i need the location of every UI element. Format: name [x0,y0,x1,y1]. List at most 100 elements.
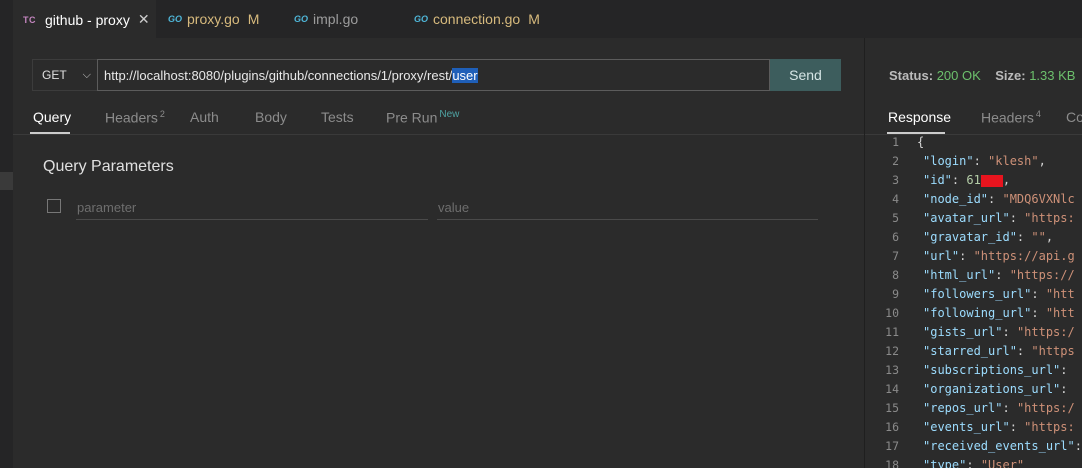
line-number: 1 [892,135,899,149]
line-content: { [917,135,925,149]
new-badge: New [439,109,460,120]
tab-impl-go[interactable]: GO impl.go [294,0,358,38]
go-file-icon: GO [414,14,429,24]
line-number: 2 [892,154,899,168]
modified-indicator: M [528,11,540,27]
go-file-icon: GO [168,14,183,24]
method-value: GET [42,68,67,82]
go-file-icon: GO [294,14,309,24]
tab-tests[interactable]: Tests [321,109,354,125]
code-line: 16 "events_url": "https: [865,420,1082,439]
code-line: 14 "organizations_url": [865,382,1082,401]
param-placeholder: parameter [77,200,137,215]
gutter-marker [0,172,13,190]
code-line: 3 "id": 61, [865,173,1082,192]
line-content: "avatar_url": "https: [923,211,1075,225]
code-line: 12 "starred_url": "https [865,344,1082,363]
thunder-client-icon: TC [23,14,36,25]
code-line: 5 "avatar_url": "https: [865,211,1082,230]
tabs-divider [13,134,864,135]
tab-proxy-go[interactable]: GO proxy.go M [168,0,259,38]
line-number: 10 [885,306,899,320]
url-selected-text: user [452,67,478,83]
line-number: 5 [892,211,899,225]
status-value: 200 OK [936,68,981,83]
code-line: 17 "received_events_url": [865,439,1082,458]
url-prefix-text: http://localhost:8080/plugins/github/con… [104,67,453,83]
code-line: 4 "node_id": "MDQ6VXNlc [865,192,1082,211]
tab-query[interactable]: Query [33,109,71,125]
line-content: "type": "User" [923,458,1025,468]
tab-label: proxy.go [187,11,240,27]
redaction-mark [980,174,1003,187]
line-content: "login": "klesh", [923,154,1046,168]
line-number: 4 [892,192,899,206]
code-line: 10 "following_url": "htt [865,306,1082,325]
tab-label: github - proxy [45,11,130,28]
code-line: 8 "html_url": "https:// [865,268,1082,287]
param-checkbox[interactable] [47,199,61,213]
url-input[interactable]: http://localhost:8080/plugins/github/con… [97,59,770,91]
headers-count-badge: 4 [1035,109,1041,119]
tab-cookies[interactable]: Co [1066,109,1082,125]
tab-github-proxy[interactable]: TC github - proxy ✕ [13,0,156,38]
tab-auth[interactable]: Auth [190,109,219,125]
code-line: 6 "gravatar_id": "", [865,230,1082,249]
line-number: 18 [885,458,899,468]
line-content: "html_url": "https:// [923,268,1075,282]
line-number: 16 [885,420,899,434]
line-number: 13 [885,363,899,377]
tab-response-headers[interactable]: Headers 4 [981,109,1041,126]
code-line: 13 "subscriptions_url": [865,363,1082,382]
headers-count-badge: 2 [159,109,165,119]
line-content: "gravatar_id": "", [923,230,1054,244]
line-number: 9 [892,287,899,301]
method-select[interactable]: GET ⌵ [32,59,97,91]
line-content: "gists_url": "https:/ [923,325,1075,339]
line-number: 17 [885,439,899,453]
line-content: "following_url": "htt [923,306,1075,320]
editor-tab-bar: TC github - proxy ✕ GO proxy.go M GO imp… [0,0,1082,39]
code-line: 9 "followers_url": "htt [865,287,1082,306]
line-content: "repos_url": "https:/ [923,401,1075,415]
status-line: Status: 200 OK Size: 1.33 KB [889,68,1076,83]
param-name-input[interactable]: parameter [76,195,428,220]
line-number: 12 [885,344,899,358]
tab-headers[interactable]: Headers 2 [105,109,165,126]
line-content: "events_url": "https: [923,420,1075,434]
line-content: "subscriptions_url": [923,363,1075,377]
code-line: 15 "repos_url": "https:/ [865,401,1082,420]
line-number: 7 [892,249,899,263]
code-line: 2 "login": "klesh", [865,154,1082,173]
close-icon[interactable]: ✕ [138,11,150,28]
line-content: "organizations_url": [923,382,1075,396]
tab-label: connection.go [433,11,521,27]
query-parameters-title: Query Parameters [43,158,174,175]
value-placeholder: value [438,200,470,215]
tab-connection-go[interactable]: GO connection.go M [414,0,540,38]
line-number: 3 [892,173,899,187]
code-line: 7 "url": "https://api.g [865,249,1082,268]
line-number: 6 [892,230,899,244]
line-content: "starred_url": "https [923,344,1075,358]
request-panel: GET ⌵ http://localhost:8080/plugins/gith… [13,38,864,468]
line-content: "url": "https://api.g [923,249,1075,263]
size-value: 1.33 KB [1029,68,1076,83]
line-number: 15 [885,401,899,415]
code-line: 1{ [865,135,1082,154]
code-line: 11 "gists_url": "https:/ [865,325,1082,344]
tab-label: impl.go [313,11,359,27]
chevron-down-icon: ⌵ [82,69,91,81]
line-content: "received_events_url": [923,439,1082,453]
line-number: 14 [885,382,899,396]
tab-body[interactable]: Body [255,109,287,125]
send-button[interactable]: Send [770,59,841,91]
tab-response[interactable]: Response [888,109,951,125]
line-content: "followers_url": "htt [923,287,1075,301]
line-number: 11 [885,325,899,339]
param-value-input[interactable]: value [437,195,818,220]
tab-pre-run[interactable]: Pre Run New [386,109,459,126]
line-content: "id": 61, [923,173,1011,187]
left-gutter [0,38,13,468]
code-line: 18 "type": "User" [865,458,1082,468]
